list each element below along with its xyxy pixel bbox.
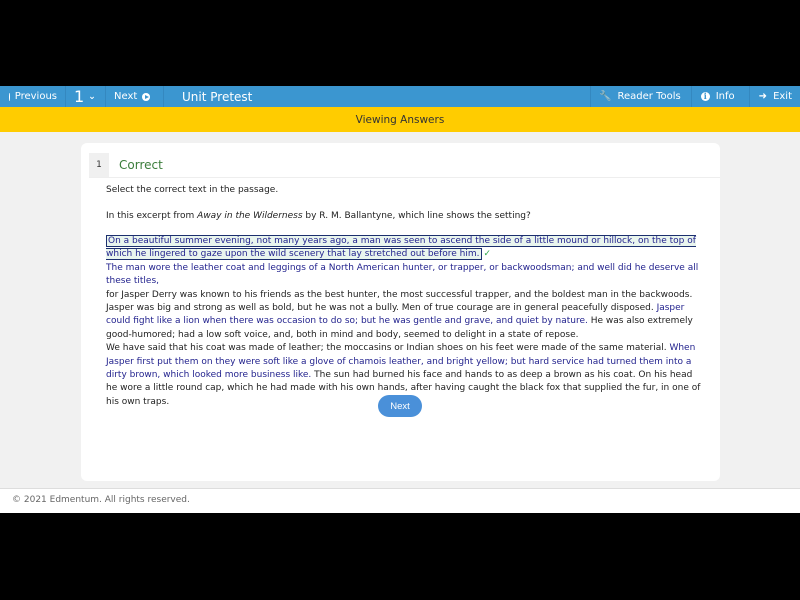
instruction-text: Select the correct text in the passage.	[106, 185, 279, 195]
previous-label: Previous	[14, 91, 57, 102]
reader-tools-label: Reader Tools	[617, 91, 681, 102]
chevron-down-icon: ⌄	[88, 91, 96, 102]
banner-text: Viewing Answers	[355, 113, 445, 126]
exit-button[interactable]: ➜ Exit	[748, 86, 800, 107]
passage-text: Jasper was big and strong as well as bol…	[106, 303, 657, 314]
viewing-answers-banner: Viewing Answers	[0, 107, 800, 132]
assessment-title: Unit Pretest	[182, 89, 253, 104]
question-prompt: In this excerpt from Away in the Wildern…	[106, 211, 531, 221]
top-navigation-bar: Previous 1 ⌄ Next Unit Pretest 🔧 Reader …	[0, 86, 800, 107]
passage-text: We have said that his coat was made of l…	[106, 343, 670, 354]
sign-out-icon: ➜	[758, 91, 768, 102]
prompt-after: by R. M. Ballantyne, which line shows th…	[302, 211, 531, 221]
reader-tools-button[interactable]: 🔧 Reader Tools	[590, 86, 691, 107]
selected-answer-sentence[interactable]: On a beautiful summer evening, not many …	[106, 235, 696, 261]
prompt-before: In this excerpt from	[106, 211, 198, 221]
next-label: Next	[114, 91, 138, 102]
question-number: 1	[74, 87, 85, 106]
question-card: 1 Correct Select the correct text in the…	[81, 143, 720, 481]
info-button[interactable]: i Info	[690, 86, 749, 107]
question-number-badge: 1	[89, 153, 109, 177]
footer: © 2021 Edmentum. All rights reserved.	[0, 488, 800, 513]
previous-button[interactable]: Previous	[0, 86, 66, 107]
arrow-right-circle-icon	[142, 92, 150, 101]
info-icon: i	[700, 92, 710, 101]
copyright-text: © 2021 Edmentum. All rights reserved.	[12, 495, 190, 505]
info-label: Info	[715, 91, 735, 102]
selectable-sentence[interactable]: The man wore the leather coat and leggin…	[106, 263, 698, 286]
question-selector-dropdown[interactable]: 1 ⌄	[66, 86, 106, 107]
exit-label: Exit	[773, 91, 792, 102]
passage: On a beautiful summer evening, not many …	[106, 235, 701, 409]
question-header: 1 Correct	[89, 153, 720, 178]
work-title: Away in the Wilderness	[197, 211, 303, 221]
checkmark-icon: ✓	[483, 249, 492, 260]
arrow-left-circle-icon	[9, 92, 14, 101]
next-button[interactable]: Next	[378, 395, 422, 417]
passage-text: for Jasper Derry was known to his friend…	[106, 289, 693, 300]
wrench-icon: 🔧	[599, 91, 612, 102]
next-nav-button[interactable]: Next	[106, 86, 164, 107]
answer-status: Correct	[119, 158, 163, 172]
